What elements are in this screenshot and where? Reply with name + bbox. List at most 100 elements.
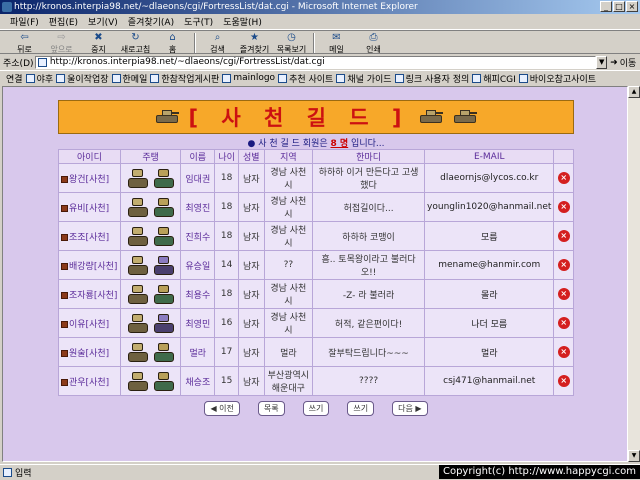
member-id[interactable]: 배강량[사천] — [58, 250, 121, 280]
go-arrow-icon: ➜ — [610, 57, 618, 68]
rank-icon — [61, 291, 68, 299]
vertical-scrollbar[interactable]: ▲ ▼ — [628, 86, 640, 462]
menu-tools[interactable]: 도구(T) — [184, 15, 213, 28]
delete-icon[interactable]: × — [557, 288, 570, 300]
link-item[interactable]: mainlogo — [222, 73, 275, 83]
address-input[interactable]: http://kronos.interpia98.net/~dlaeons/cg… — [34, 56, 597, 69]
table-header-row: 아이디 주탱 이름 나이 성별 지역 한마디 E-MAIL — [58, 149, 574, 164]
go-button[interactable]: ➜ 이동 — [610, 56, 640, 70]
member-delete: × — [553, 192, 574, 222]
member-id[interactable]: 조조[사천] — [58, 221, 121, 251]
member-region: 멀라 — [263, 337, 314, 367]
menu-edit[interactable]: 편집(E) — [49, 15, 78, 28]
member-email[interactable]: dlaeornjs@lycos.co.kr — [424, 163, 555, 193]
rank-icon — [61, 262, 68, 270]
delete-icon[interactable]: × — [557, 375, 570, 387]
link-page-icon — [56, 73, 66, 83]
link-item[interactable]: 한메일 — [111, 72, 147, 85]
stop-button[interactable]: ✖ 중지 — [80, 31, 117, 54]
member-id[interactable]: 관우[사천] — [58, 366, 121, 396]
tank-icon — [152, 341, 176, 363]
delete-icon[interactable]: × — [557, 317, 570, 329]
address-dropdown-button[interactable]: ▼ — [596, 56, 608, 69]
scroll-down-icon[interactable]: ▼ — [628, 450, 640, 462]
window-controls: _ □ × — [600, 1, 638, 12]
member-email[interactable]: 나더 모름 — [424, 308, 555, 338]
member-name: 최영진 — [180, 192, 216, 222]
menu-favorites[interactable]: 즐겨찾기(A) — [128, 15, 174, 28]
column-header: 아이디 — [58, 149, 121, 164]
member-id[interactable]: 유비[사천] — [58, 192, 121, 222]
menu-file[interactable]: 파일(F) — [10, 15, 39, 28]
list-button[interactable]: 목록 — [257, 401, 285, 416]
home-button[interactable]: ⌂ 홈 — [154, 31, 191, 54]
member-gender: 남자 — [237, 279, 265, 309]
member-tanks — [119, 366, 182, 396]
forward-button[interactable]: ⇨ 앞으로 — [43, 31, 80, 54]
favorites-button[interactable]: ★ 즐겨찾기 — [236, 31, 273, 54]
member-email[interactable]: 모름 — [424, 221, 555, 251]
close-window-button[interactable]: × — [626, 1, 638, 12]
member-email[interactable]: mename@hanmir.com — [424, 250, 555, 280]
link-item[interactable]: 채널 가이드 — [336, 72, 392, 85]
member-id[interactable]: 왕건[사천] — [58, 163, 121, 193]
member-id[interactable]: 이유[사천] — [58, 308, 121, 338]
member-email[interactable]: 멀라 — [424, 337, 555, 367]
copyright-notice: Copyright(c) http://www.happycgi.com — [438, 465, 640, 479]
history-button[interactable]: ◷ 목록보기 — [273, 31, 310, 54]
member-id[interactable]: 조자룡[사천] — [58, 279, 121, 309]
member-remark: -Z- 라 불러라 — [312, 279, 426, 309]
member-remark: 하하하 이거 만든다고 고생했다 — [312, 163, 426, 193]
tank-icon — [126, 312, 150, 334]
next-button[interactable]: 다음 ▶ — [392, 401, 428, 416]
minimize-button[interactable]: _ — [600, 1, 612, 12]
link-item[interactable]: 링크 사용자 정의 — [394, 72, 469, 85]
tank-icon — [418, 109, 444, 125]
member-email[interactable]: csj471@hanmail.net — [424, 366, 555, 396]
member-name: 채승조 — [180, 366, 216, 396]
refresh-button[interactable]: ↻ 새로고침 — [117, 31, 154, 54]
column-header: 이름 — [180, 149, 216, 164]
prev-button[interactable]: ◀ 이전 — [204, 401, 240, 416]
link-item[interactable]: 해피CGI — [472, 72, 516, 85]
link-item[interactable]: 추천 사이트 — [278, 72, 333, 85]
delete-icon[interactable]: × — [557, 230, 570, 242]
delete-icon[interactable]: × — [557, 172, 570, 184]
member-count: ● 사 천 길 드 회원은 8 명 입니다... — [247, 139, 385, 149]
link-page-icon — [472, 73, 482, 83]
mail-icon: ✉ — [332, 32, 341, 43]
print-button[interactable]: ⎙ 인쇄 — [355, 31, 392, 54]
member-delete: × — [553, 279, 574, 309]
link-item[interactable]: 바이오참고사이트 — [518, 72, 596, 85]
member-gender: 남자 — [237, 163, 265, 193]
delete-icon[interactable]: × — [557, 201, 570, 213]
member-age: 18 — [214, 279, 239, 309]
favorites-icon: ★ — [250, 32, 259, 43]
member-email[interactable]: 몰라 — [424, 279, 555, 309]
member-gender: 남자 — [237, 337, 265, 367]
link-item[interactable]: 야후 — [25, 72, 53, 85]
menu-view[interactable]: 보기(V) — [88, 15, 118, 28]
column-header: 한마디 — [312, 149, 426, 164]
member-age: 18 — [214, 192, 239, 222]
links-bar: 연결 야후 울이작업장 한메일 한참작업게시판 mainlogo 추천 사이트 … — [0, 70, 640, 85]
member-email[interactable]: younglin1020@hanmail.net — [424, 192, 555, 222]
member-tanks — [119, 192, 182, 222]
member-id[interactable]: 원술[사천] — [58, 337, 121, 367]
table-row: 왕건[사천] 임대권 18 남자 경남 사천시 하하하 이거 만든다고 고생했다 dlaeo… — [58, 163, 574, 193]
maximize-button[interactable]: □ — [613, 1, 625, 12]
write-button[interactable]: 쓰기 — [347, 401, 375, 416]
back-button[interactable]: ⇦ 뒤로 — [6, 31, 43, 54]
scroll-up-icon[interactable]: ▲ — [628, 86, 640, 98]
window-titlebar: http://kronos.interpia98.net/~dlaeons/cg… — [0, 0, 640, 14]
link-item[interactable]: 한참작업게시판 — [150, 72, 219, 85]
member-tanks — [119, 308, 182, 338]
menu-help[interactable]: 도움말(H) — [223, 15, 262, 28]
delete-icon[interactable]: × — [557, 346, 570, 358]
write-button[interactable]: 쓰기 — [302, 401, 330, 416]
member-age: 18 — [214, 221, 239, 251]
link-item[interactable]: 울이작업장 — [56, 72, 109, 85]
delete-icon[interactable]: × — [557, 259, 570, 271]
search-button[interactable]: ⌕ 검색 — [199, 31, 236, 54]
mail-button[interactable]: ✉ 메일 — [318, 31, 355, 54]
